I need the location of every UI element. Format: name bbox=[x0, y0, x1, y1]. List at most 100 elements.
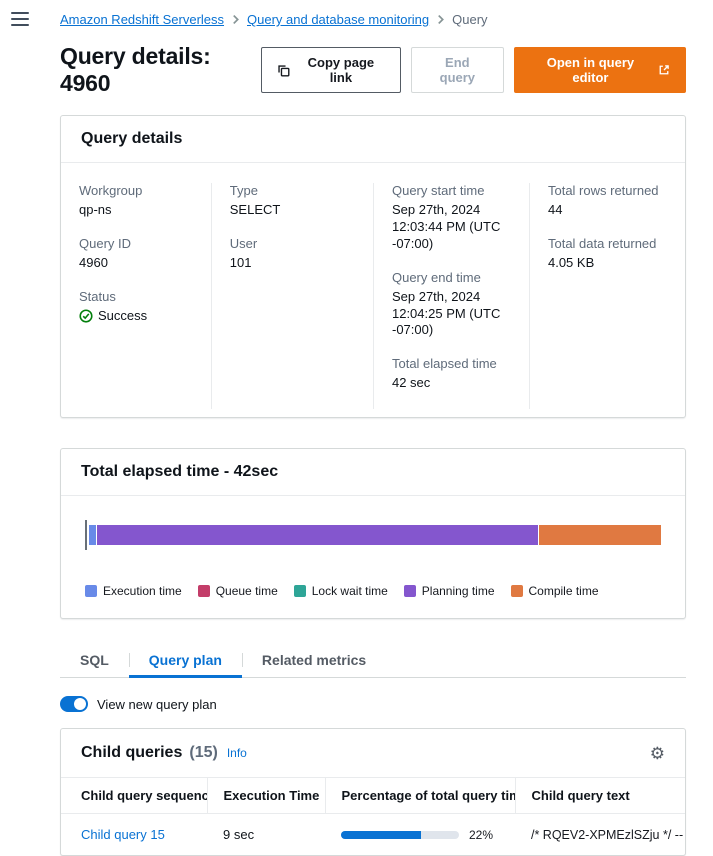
legend-item-planning-time: Planning time bbox=[404, 584, 495, 598]
breadcrumb-link-redshift-serverless[interactable]: Amazon Redshift Serverless bbox=[60, 12, 224, 27]
child-queries-card: Child queries (15) Info ⚙ Child query se… bbox=[60, 728, 686, 856]
end-query-button[interactable]: End query bbox=[411, 47, 504, 93]
child-queries-count: (15) bbox=[189, 744, 217, 762]
toggle-knob bbox=[74, 698, 86, 710]
progress-fill bbox=[341, 831, 421, 839]
column-header-execution-time[interactable]: Execution Time▼ bbox=[207, 778, 325, 814]
page-header: Query details: 4960 Copy page link End q… bbox=[60, 43, 686, 97]
chevron-right-icon bbox=[232, 14, 239, 25]
percentage-value: 22% bbox=[469, 828, 493, 842]
breadcrumb: Amazon Redshift Serverless Query and dat… bbox=[60, 12, 686, 27]
copy-page-link-label: Copy page link bbox=[297, 55, 385, 85]
elapsed-time-card: Total elapsed time - 42sec Execution tim… bbox=[60, 448, 686, 619]
query-text-cell: /* RQEV2-XPMEzlSZju */ -- start bbox=[515, 814, 685, 856]
workgroup-value: qp-ns bbox=[79, 202, 193, 219]
query-details-header: Query details bbox=[61, 116, 685, 163]
child-queries-header: Child queries (15) Info ⚙ bbox=[61, 729, 685, 778]
start-time-value: Sep 27th, 2024 12:03:44 PM (UTC -07:00) bbox=[392, 202, 511, 253]
open-in-query-editor-button[interactable]: Open in query editor bbox=[514, 47, 686, 93]
child-queries-table: Child query sequence▼ Execution Time▼ Pe… bbox=[61, 778, 685, 855]
query-details-body: Workgroup qp-ns Query ID 4960 Status Suc… bbox=[61, 163, 685, 417]
user-value: 101 bbox=[230, 255, 355, 272]
status-value: Success bbox=[98, 308, 147, 325]
chart-axis-tick bbox=[85, 520, 87, 550]
column-header-query-text: Child query text bbox=[515, 778, 685, 814]
elapsed-time-bar-row bbox=[85, 520, 661, 550]
end-time-label: Query end time bbox=[392, 270, 511, 285]
query-details-column-4: Total rows returned 44 Total data return… bbox=[529, 183, 685, 409]
type-value: SELECT bbox=[230, 202, 355, 219]
legend-item-compile-time: Compile time bbox=[511, 584, 599, 598]
legend-swatch-planning-time bbox=[404, 585, 416, 597]
percentage-cell: 22% bbox=[341, 828, 499, 842]
breadcrumb-current: Query bbox=[452, 12, 487, 27]
workgroup-field: Workgroup qp-ns bbox=[79, 183, 193, 219]
rows-returned-label: Total rows returned bbox=[548, 183, 667, 198]
bar-segment-planning-time bbox=[96, 525, 538, 545]
end-time-value: Sep 27th, 2024 12:04:25 PM (UTC -07:00) bbox=[392, 289, 511, 340]
legend-item-lock-wait-time: Lock wait time bbox=[294, 584, 388, 598]
elapsed-time-label: Total elapsed time bbox=[392, 356, 511, 371]
legend-swatch-queue-time bbox=[198, 585, 210, 597]
query-details-column-2: Type SELECT User 101 bbox=[211, 183, 373, 409]
query-details-title: Query details bbox=[81, 130, 665, 148]
tab-related-metrics[interactable]: Related metrics bbox=[242, 643, 386, 677]
child-query-link[interactable]: Child query 15 bbox=[81, 827, 165, 842]
legend-item-execution-time: Execution time bbox=[85, 584, 182, 598]
gear-icon[interactable]: ⚙ bbox=[650, 745, 665, 762]
query-details-column-1: Workgroup qp-ns Query ID 4960 Status Suc… bbox=[61, 183, 211, 409]
legend-item-queue-time: Queue time bbox=[198, 584, 278, 598]
start-time-field: Query start time Sep 27th, 2024 12:03:44… bbox=[392, 183, 511, 253]
legend-swatch-compile-time bbox=[511, 585, 523, 597]
status-label: Status bbox=[79, 289, 193, 304]
view-new-query-plan-toggle[interactable] bbox=[60, 696, 88, 712]
status-badge: Success bbox=[79, 308, 147, 325]
query-id-label: Query ID bbox=[79, 236, 193, 251]
query-details-card: Query details Workgroup qp-ns Query ID 4… bbox=[60, 115, 686, 418]
column-header-percentage[interactable]: Percentage of total query time▼ bbox=[325, 778, 515, 814]
data-returned-label: Total data returned bbox=[548, 236, 667, 251]
query-id-value: 4960 bbox=[79, 255, 193, 272]
rows-returned-value: 44 bbox=[548, 202, 667, 219]
elapsed-time-value: 42 sec bbox=[392, 375, 511, 392]
copy-page-link-button[interactable]: Copy page link bbox=[261, 47, 401, 93]
start-time-label: Query start time bbox=[392, 183, 511, 198]
elapsed-time-stacked-bar bbox=[89, 525, 661, 545]
breadcrumb-link-query-monitoring[interactable]: Query and database monitoring bbox=[247, 12, 429, 27]
user-field: User 101 bbox=[230, 236, 355, 272]
execution-time-cell: 9 sec bbox=[223, 827, 254, 842]
menu-icon[interactable] bbox=[11, 12, 29, 26]
query-details-column-3: Query start time Sep 27th, 2024 12:03:44… bbox=[373, 183, 529, 409]
type-label: Type bbox=[230, 183, 355, 198]
header-actions: Copy page link End query Open in query e… bbox=[261, 47, 686, 93]
tab-sql[interactable]: SQL bbox=[60, 643, 129, 677]
tabs: SQL Query plan Related metrics bbox=[60, 643, 686, 678]
elapsed-time-field: Total elapsed time 42 sec bbox=[392, 356, 511, 392]
chart-legend: Execution time Queue time Lock wait time… bbox=[85, 584, 661, 598]
column-header-child-query-sequence[interactable]: Child query sequence▼ bbox=[61, 778, 207, 814]
main-content: Amazon Redshift Serverless Query and dat… bbox=[60, 12, 686, 856]
query-id-field: Query ID 4960 bbox=[79, 236, 193, 272]
success-check-icon bbox=[79, 309, 93, 323]
info-link[interactable]: Info bbox=[227, 746, 247, 760]
workgroup-label: Workgroup bbox=[79, 183, 193, 198]
view-new-query-plan-row: View new query plan bbox=[60, 696, 686, 712]
child-queries-title-group: Child queries (15) Info bbox=[81, 744, 247, 762]
status-field: Status Success bbox=[79, 289, 193, 326]
table-header-row: Child query sequence▼ Execution Time▼ Pe… bbox=[61, 778, 685, 814]
elapsed-time-card-header: Total elapsed time - 42sec bbox=[61, 449, 685, 496]
legend-swatch-lock-wait-time bbox=[294, 585, 306, 597]
page-title: Query details: 4960 bbox=[60, 43, 261, 97]
table-row: Child query 15 9 sec 22% /* RQEV2-XPMEzl… bbox=[61, 814, 685, 856]
data-returned-value: 4.05 KB bbox=[548, 255, 667, 272]
toggle-label: View new query plan bbox=[97, 697, 217, 712]
elapsed-time-card-title: Total elapsed time - 42sec bbox=[81, 463, 665, 481]
user-label: User bbox=[230, 236, 355, 251]
rows-returned-field: Total rows returned 44 bbox=[548, 183, 667, 219]
data-returned-field: Total data returned 4.05 KB bbox=[548, 236, 667, 272]
percentage-progress-bar bbox=[341, 831, 459, 839]
chevron-right-icon bbox=[437, 14, 444, 25]
bar-segment-compile-time bbox=[538, 525, 661, 545]
tab-query-plan[interactable]: Query plan bbox=[129, 643, 242, 677]
legend-swatch-execution-time bbox=[85, 585, 97, 597]
